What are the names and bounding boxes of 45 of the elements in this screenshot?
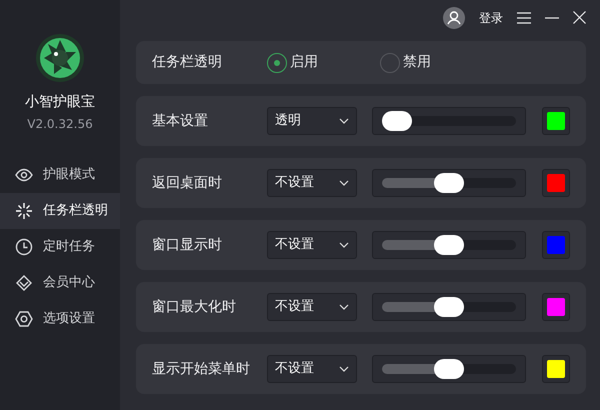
- chevron-down-icon: [339, 366, 349, 372]
- mode-dropdown[interactable]: 不设置: [267, 293, 357, 321]
- color-picker-button[interactable]: [542, 169, 570, 197]
- clock-icon: [15, 238, 33, 256]
- setting-label: 基本设置: [152, 112, 209, 130]
- sidebar-item[interactable]: 会员中心: [0, 265, 120, 301]
- chevron-down-icon: [339, 304, 349, 310]
- color-picker-button[interactable]: [542, 231, 570, 259]
- setting-label: 窗口显示时: [152, 236, 223, 254]
- radio-option[interactable]: 禁用: [380, 52, 431, 73]
- setting-label: 返回桌面时: [152, 174, 223, 192]
- sidebar-item[interactable]: 定时任务: [0, 229, 120, 265]
- login-link[interactable]: 登录: [479, 8, 503, 26]
- chevron-down-icon: [339, 180, 349, 186]
- diamond-icon: [15, 274, 33, 292]
- sidebar-item[interactable]: 护眼模式: [0, 157, 120, 193]
- eye-icon: [15, 166, 33, 184]
- slider-thumb[interactable]: [434, 235, 464, 255]
- close-icon[interactable]: [573, 11, 586, 24]
- sidebar-item[interactable]: 任务栏透明: [0, 193, 120, 229]
- version-text: V2.0.32.56: [26, 116, 94, 133]
- setting-label: 窗口最大化时: [152, 298, 237, 316]
- app-logo: [36, 34, 84, 82]
- chevron-down-icon: [339, 242, 349, 248]
- sidebar-item[interactable]: 选项设置: [0, 301, 120, 337]
- mode-dropdown[interactable]: 不设置: [267, 169, 357, 197]
- color-picker-button[interactable]: [542, 107, 570, 135]
- avatar-icon[interactable]: [443, 6, 465, 28]
- mode-dropdown[interactable]: 透明: [267, 107, 357, 135]
- menu-icon[interactable]: [517, 12, 531, 24]
- app-name: 小智护眼宝: [24, 93, 96, 112]
- mode-dropdown[interactable]: 不设置: [267, 231, 357, 259]
- radio-option[interactable]: 启用: [267, 52, 318, 73]
- sparkle-icon: [15, 202, 33, 220]
- setting-label: 显示开始菜单时: [152, 360, 251, 378]
- slider-thumb[interactable]: [434, 297, 464, 317]
- slider-thumb[interactable]: [434, 359, 464, 379]
- chevron-down-icon: [339, 118, 349, 124]
- slider-thumb[interactable]: [382, 111, 412, 131]
- settings-icon: [15, 310, 33, 328]
- color-picker-button[interactable]: [542, 355, 570, 383]
- slider-thumb[interactable]: [434, 173, 464, 193]
- mode-dropdown[interactable]: 不设置: [267, 355, 357, 383]
- setting-label: 任务栏透明: [152, 53, 223, 72]
- color-picker-button[interactable]: [542, 293, 570, 321]
